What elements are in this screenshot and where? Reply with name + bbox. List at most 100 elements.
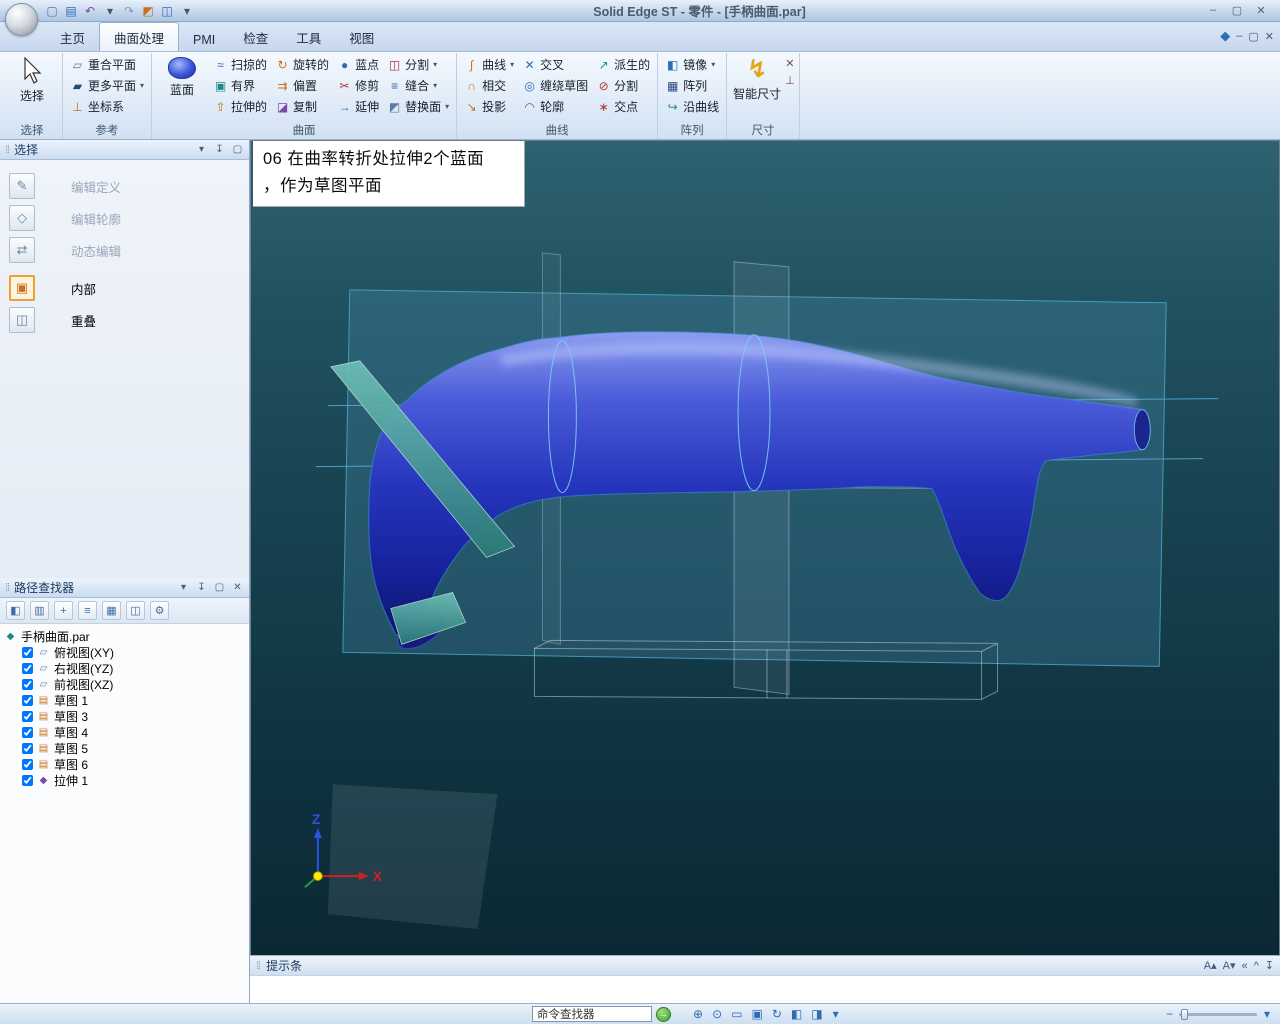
edit-profile-button[interactable]: ◇ [9,205,35,231]
z-axis-arrow[interactable] [313,828,322,839]
replace-face-button[interactable]: ◩ 替换面 ▾ [384,96,452,117]
view-options-chevron-icon[interactable]: ▾ [833,1007,839,1021]
dimension-tool-icon[interactable]: ✕ [785,57,795,70]
revolved-button[interactable]: ↻ 旋转的 [272,54,332,75]
undo-dropdown-icon[interactable]: ▾ [102,3,118,19]
3d-scene[interactable]: Z X [251,141,1279,955]
trim-button[interactable]: ✂ 修剪 [334,75,382,96]
tree-row[interactable]: ▤ 草图 5 [4,740,249,756]
tree-row[interactable]: ▱ 俯视图(XY) [4,644,249,660]
tree-row[interactable]: ▤ 草图 1 [4,692,249,708]
application-orb[interactable] [5,3,38,36]
bounded-button[interactable]: ▣ 有界 [210,75,270,96]
tab-inspect[interactable]: 检查 [229,23,282,51]
divide-button[interactable]: ◫ 分割 ▾ [384,54,452,75]
style-icon[interactable]: ◩ [140,3,156,19]
shaded-view-icon[interactable]: ◧ [791,1007,802,1021]
dimension-axis-icon[interactable]: ⊥ [785,74,795,87]
rotate-view-icon[interactable]: ↻ [772,1007,782,1021]
visibility-checkbox[interactable] [22,662,33,674]
zoom-out-icon[interactable]: − [1166,1007,1173,1021]
maximize-button[interactable]: ▢ [1228,4,1246,17]
panel-close-icon[interactable]: ✕ [231,582,244,593]
tree-row[interactable]: ◆ 拉伸 1 [4,772,249,788]
panel-chevron-icon[interactable]: ▾ [195,144,208,155]
zoom-slider-thumb[interactable] [1180,1008,1188,1020]
tab-tools[interactable]: 工具 [282,23,335,51]
edit-definition-button[interactable]: ✎ [9,173,35,199]
tree-row[interactable]: ▤ 草图 3 [4,708,249,724]
derived-curve-button[interactable]: ↗ 派生的 [593,54,653,75]
zoom-menu-chevron-icon[interactable]: ▾ [1264,1007,1270,1021]
mirror-button[interactable]: ◧ 镜像 ▾ [662,54,722,75]
visibility-checkbox[interactable] [22,646,33,658]
visibility-checkbox[interactable] [22,726,33,738]
smart-dimension-button[interactable]: ↯ 智能尺寸 [731,54,783,123]
tab-home[interactable]: 主页 [46,23,99,51]
doc-close-button[interactable]: ✕ [1265,30,1274,43]
panel-pin-icon[interactable]: ↧ [213,144,226,155]
split-curve-button[interactable]: ⊘ 分割 [593,75,653,96]
font-decrease-icon[interactable]: A▾ [1223,959,1236,972]
minimize-button[interactable]: – [1204,4,1222,17]
wrap-sketch-button[interactable]: ◎ 缠绕草图 [519,75,591,96]
bluesurf-button[interactable]: 蓝面 [156,54,208,123]
intersect-button[interactable]: ∩ 相交 [461,75,517,96]
cross-curve-button[interactable]: ✕ 交叉 [519,54,591,75]
tab-pmi[interactable]: PMI [179,28,229,51]
visibility-checkbox[interactable] [22,710,33,722]
tree-row[interactable]: ▱ 前视图(XZ) [4,676,249,692]
tab-view[interactable]: 视图 [335,23,388,51]
visibility-checkbox[interactable] [22,694,33,706]
dynamic-edit-button[interactable]: ⇄ [9,237,35,263]
inside-option-button[interactable]: ▣ [9,275,35,301]
intersection-point-button[interactable]: ∗ 交点 [593,96,653,117]
extruded-button[interactable]: ⇧ 拉伸的 [210,96,270,117]
pathfinder-pattern-icon[interactable]: ▦ [102,601,121,620]
view-style-icon[interactable]: ◨ [811,1007,822,1021]
pathfinder-sheet-icon[interactable]: ▥ [30,601,49,620]
stitch-button[interactable]: ≡ 缝合 ▾ [384,75,452,96]
triad-origin[interactable] [312,871,323,882]
zoom-in-icon[interactable]: ⊕ [693,1007,703,1021]
visibility-checkbox[interactable] [22,774,33,786]
save-icon[interactable]: ▤ [63,3,79,19]
qat-customize-icon[interactable]: ▾ [179,3,195,19]
coordinate-system-button[interactable]: ⊥ 坐标系 [67,96,147,117]
tree-root-row[interactable]: ◆ 手柄曲面.par [4,628,249,644]
along-curve-button[interactable]: ↪ 沿曲线 [662,96,722,117]
pathfinder-settings-icon[interactable]: ⚙ [150,601,169,620]
tree-row[interactable]: ▱ 右视图(YZ) [4,660,249,676]
sketch-annotation[interactable]: 06 在曲率转折处拉伸2个蓝面 ，作为草图平面 [253,141,525,208]
doc-minimize-button[interactable]: – [1236,30,1242,42]
window-layout-icon[interactable]: ◫ [159,3,175,19]
command-finder-input[interactable] [532,1006,652,1022]
zoom-slider[interactable] [1178,1008,1257,1020]
select-button[interactable]: 选择 [6,54,58,123]
coincident-plane-button[interactable]: ▱ 重合平面 [67,54,147,75]
tab-surfacing[interactable]: 曲面处理 [99,22,180,51]
curve-button[interactable]: ∫ 曲线 ▾ [461,54,517,75]
offset-button[interactable]: ⇉ 偏置 [272,75,332,96]
new-document-icon[interactable]: ▢ [44,3,60,19]
panel-maximize-icon[interactable]: ▢ [213,582,226,593]
pan-icon[interactable]: ▣ [751,1007,762,1021]
overlap-option-button[interactable]: ◫ [9,307,35,333]
extend-button[interactable]: → 延伸 [334,96,382,117]
undo-icon[interactable]: ↶ [82,3,98,19]
pathfinder-add-icon[interactable]: + [54,601,73,620]
3d-viewport[interactable]: Z X 06 在曲率转折处拉伸2个蓝面 ，作为草图平面 [250,140,1280,955]
font-increase-icon[interactable]: A▴ [1204,959,1217,972]
copy-surface-button[interactable]: ◪ 复制 [272,96,332,117]
tree-row[interactable]: ▤ 草图 6 [4,756,249,772]
more-planes-button[interactable]: ▰ 更多平面 ▾ [67,75,147,96]
visibility-checkbox[interactable] [22,758,33,770]
collapse-icon[interactable]: « [1241,960,1247,972]
contour-button[interactable]: ◠ 轮廓 [519,96,591,117]
bluepoint-button[interactable]: ● 蓝点 [334,54,382,75]
pathfinder-view-icon[interactable]: ◧ [6,601,25,620]
panel-chevron-icon[interactable]: ▾ [177,582,190,593]
tree-row[interactable]: ▤ 草图 4 [4,724,249,740]
command-finder-go-icon[interactable]: → [656,1006,671,1022]
swept-button[interactable]: ≈ 扫掠的 [210,54,270,75]
